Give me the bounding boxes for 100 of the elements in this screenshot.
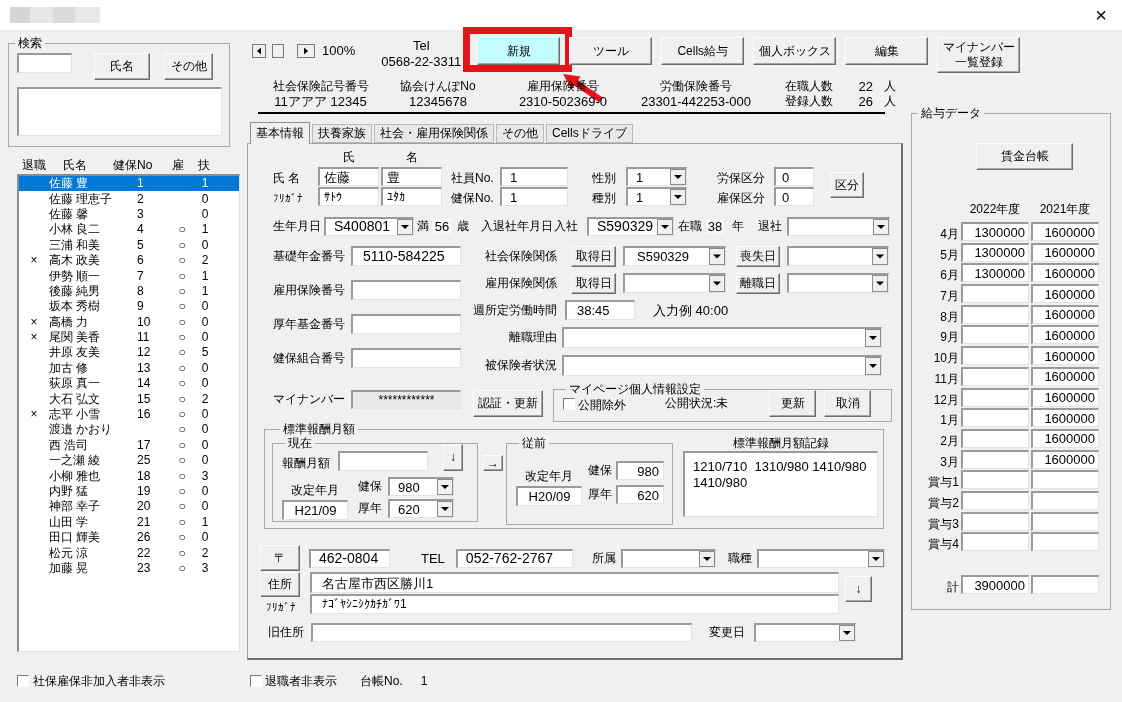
form-button[interactable]: 取得日 <box>571 245 616 267</box>
employee-row[interactable]: 大石 弘文 15 ○ 2 <box>19 391 239 407</box>
caret-down-icon[interactable] <box>437 501 453 517</box>
zoom-scrollbar[interactable] <box>252 44 315 58</box>
caret-down-icon[interactable] <box>873 218 889 235</box>
text-field[interactable] <box>351 280 461 300</box>
caret-down-icon[interactable] <box>698 550 715 567</box>
caret-down-icon[interactable] <box>872 275 888 292</box>
pay-field[interactable]: 1600000 <box>1031 408 1099 428</box>
dropdown[interactable]: 620 <box>388 499 454 518</box>
pay-field[interactable]: 1600000 <box>1031 387 1099 407</box>
employee-row[interactable]: 内野 猛 19 ○ 0 <box>19 483 239 500</box>
pay-field[interactable] <box>961 490 1029 510</box>
caret-down-icon[interactable] <box>865 329 881 347</box>
pay-field[interactable]: 1300000 <box>961 263 1029 283</box>
employee-row[interactable]: × 高木 政美 6 ○ 2 <box>19 252 239 269</box>
total-field[interactable]: 3900000 <box>961 575 1029 595</box>
toolbar-button[interactable]: 個人ボックス <box>753 37 837 65</box>
my-number-field[interactable]: ************ <box>351 390 461 409</box>
entry-date-dropdown[interactable]: S590329 <box>587 216 674 236</box>
toolbar-button[interactable]: Cells給与 <box>661 37 745 65</box>
toolbar-button[interactable]: マイナンバー一覧登録 <box>937 37 1021 73</box>
given-kana-field[interactable]: ﾕﾀｶ <box>381 187 442 206</box>
tab[interactable]: その他 <box>496 124 544 143</box>
search-field[interactable] <box>17 53 72 73</box>
close-button[interactable]: × <box>1084 2 1118 28</box>
text-field[interactable]: 620 <box>616 485 664 504</box>
employee-row[interactable]: 加古 修 13 ○ 0 <box>19 360 239 377</box>
form-button[interactable]: ↓ <box>443 444 463 471</box>
text-field[interactable]: 0 <box>774 167 814 186</box>
form-button[interactable]: 取消 <box>824 390 872 417</box>
employee-row[interactable]: 坂本 秀樹 9 ○ 0 <box>19 299 239 315</box>
employee-row[interactable]: 松元 涼 22 ○ 2 <box>19 545 239 561</box>
address-field[interactable]: 名古屋市西区勝川1 <box>310 572 839 593</box>
pay-history-box[interactable]: 1210/710 1310/980 1410/980 1410/980 <box>683 451 878 517</box>
text-field[interactable]: H21/09 <box>282 500 348 520</box>
public-exclude-checkbox[interactable] <box>563 397 575 410</box>
employee-row[interactable]: 佐藤 理恵子 2 0 <box>19 191 239 207</box>
caret-down-icon[interactable] <box>397 218 413 235</box>
form-button[interactable]: 〒 <box>260 545 300 571</box>
pay-field[interactable] <box>961 325 1029 345</box>
pay-field[interactable] <box>1031 532 1099 552</box>
form-button[interactable]: 住所 <box>260 572 300 597</box>
pay-field[interactable]: 1300000 <box>961 222 1029 241</box>
pay-field[interactable] <box>961 408 1029 428</box>
toolbar-button[interactable]: 編集 <box>845 37 929 65</box>
text-field[interactable]: 38:45 <box>565 300 635 320</box>
birth-date-dropdown[interactable]: S400801 <box>324 216 414 236</box>
form-button[interactable]: ↓ <box>845 576 872 602</box>
tab[interactable]: Cellsドライブ <box>546 124 633 143</box>
pay-field[interactable]: 1600000 <box>1031 242 1099 262</box>
text-field[interactable] <box>351 348 461 368</box>
pay-field[interactable]: 1600000 <box>1031 346 1099 366</box>
old-address-field[interactable] <box>311 622 692 642</box>
employee-row[interactable]: 西 浩司 17 ○ 0 <box>19 437 239 454</box>
text-field[interactable]: 1 <box>500 187 568 206</box>
employee-row[interactable]: 荻原 真一 14 ○ 0 <box>19 376 239 392</box>
postal-code-field[interactable]: 462-0804 <box>309 548 390 568</box>
dropdown[interactable]: 1 <box>626 187 687 206</box>
pay-amount-field[interactable] <box>338 451 428 471</box>
employee-list[interactable] <box>17 174 240 652</box>
hide-uninsured-checkbox[interactable] <box>17 675 29 687</box>
pay-field[interactable] <box>961 366 1029 386</box>
pay-field[interactable] <box>961 387 1029 407</box>
tab[interactable]: 基本情報 <box>250 122 310 144</box>
caret-down-icon[interactable] <box>709 248 725 265</box>
pay-field[interactable] <box>1031 511 1099 531</box>
pay-field[interactable] <box>961 346 1029 366</box>
employee-row[interactable]: 伊勢 順一 7 ○ 1 <box>19 268 239 284</box>
pay-field[interactable]: 1600000 <box>1031 366 1099 386</box>
caret-down-icon[interactable] <box>867 550 884 567</box>
text-field[interactable]: 0 <box>774 187 814 206</box>
pay-field[interactable]: 1300000 <box>961 242 1029 262</box>
employee-row[interactable]: 佐藤 馨 3 0 <box>19 206 239 223</box>
employee-row[interactable]: 井原 友美 12 ○ 5 <box>19 345 239 361</box>
employee-row[interactable]: 後藤 純男 8 ○ 1 <box>19 283 239 300</box>
employee-row[interactable]: × 高橋 力 10 ○ 0 <box>19 314 239 330</box>
caret-down-icon[interactable] <box>865 357 881 375</box>
text-field[interactable]: 5110-584225 <box>351 246 461 266</box>
caret-down-icon[interactable] <box>657 218 673 235</box>
caret-down-icon[interactable] <box>670 169 686 185</box>
caret-down-icon[interactable] <box>670 189 686 205</box>
pay-field[interactable] <box>961 428 1029 448</box>
form-button[interactable]: 区分 <box>830 172 864 198</box>
form-button[interactable]: 喪失日 <box>736 245 780 267</box>
caret-down-icon[interactable] <box>709 275 725 292</box>
pay-field[interactable]: 1600000 <box>1031 222 1099 241</box>
form-button[interactable]: → <box>483 455 503 471</box>
caret-down-icon[interactable] <box>437 479 453 495</box>
pay-field[interactable]: 1600000 <box>1031 428 1099 448</box>
employee-row[interactable]: × 尾関 美香 11 ○ 0 <box>19 329 239 346</box>
employee-row[interactable]: 田口 輝美 26 ○ 0 <box>19 530 239 546</box>
caret-down-icon[interactable] <box>872 248 888 265</box>
employee-row[interactable]: 加藤 晃 23 ○ 3 <box>19 560 239 577</box>
employee-row[interactable]: 小柳 雅也 18 ○ 3 <box>19 468 239 484</box>
employee-row[interactable]: × 志平 小雪 16 ○ 0 <box>19 406 239 423</box>
form-button[interactable]: 賃金台帳 <box>976 143 1073 170</box>
employee-row[interactable]: 三浦 和美 5 ○ 0 <box>19 237 239 253</box>
employee-row[interactable]: 小林 良二 4 ○ 1 <box>19 222 239 238</box>
search-button[interactable]: その他 <box>164 53 213 80</box>
